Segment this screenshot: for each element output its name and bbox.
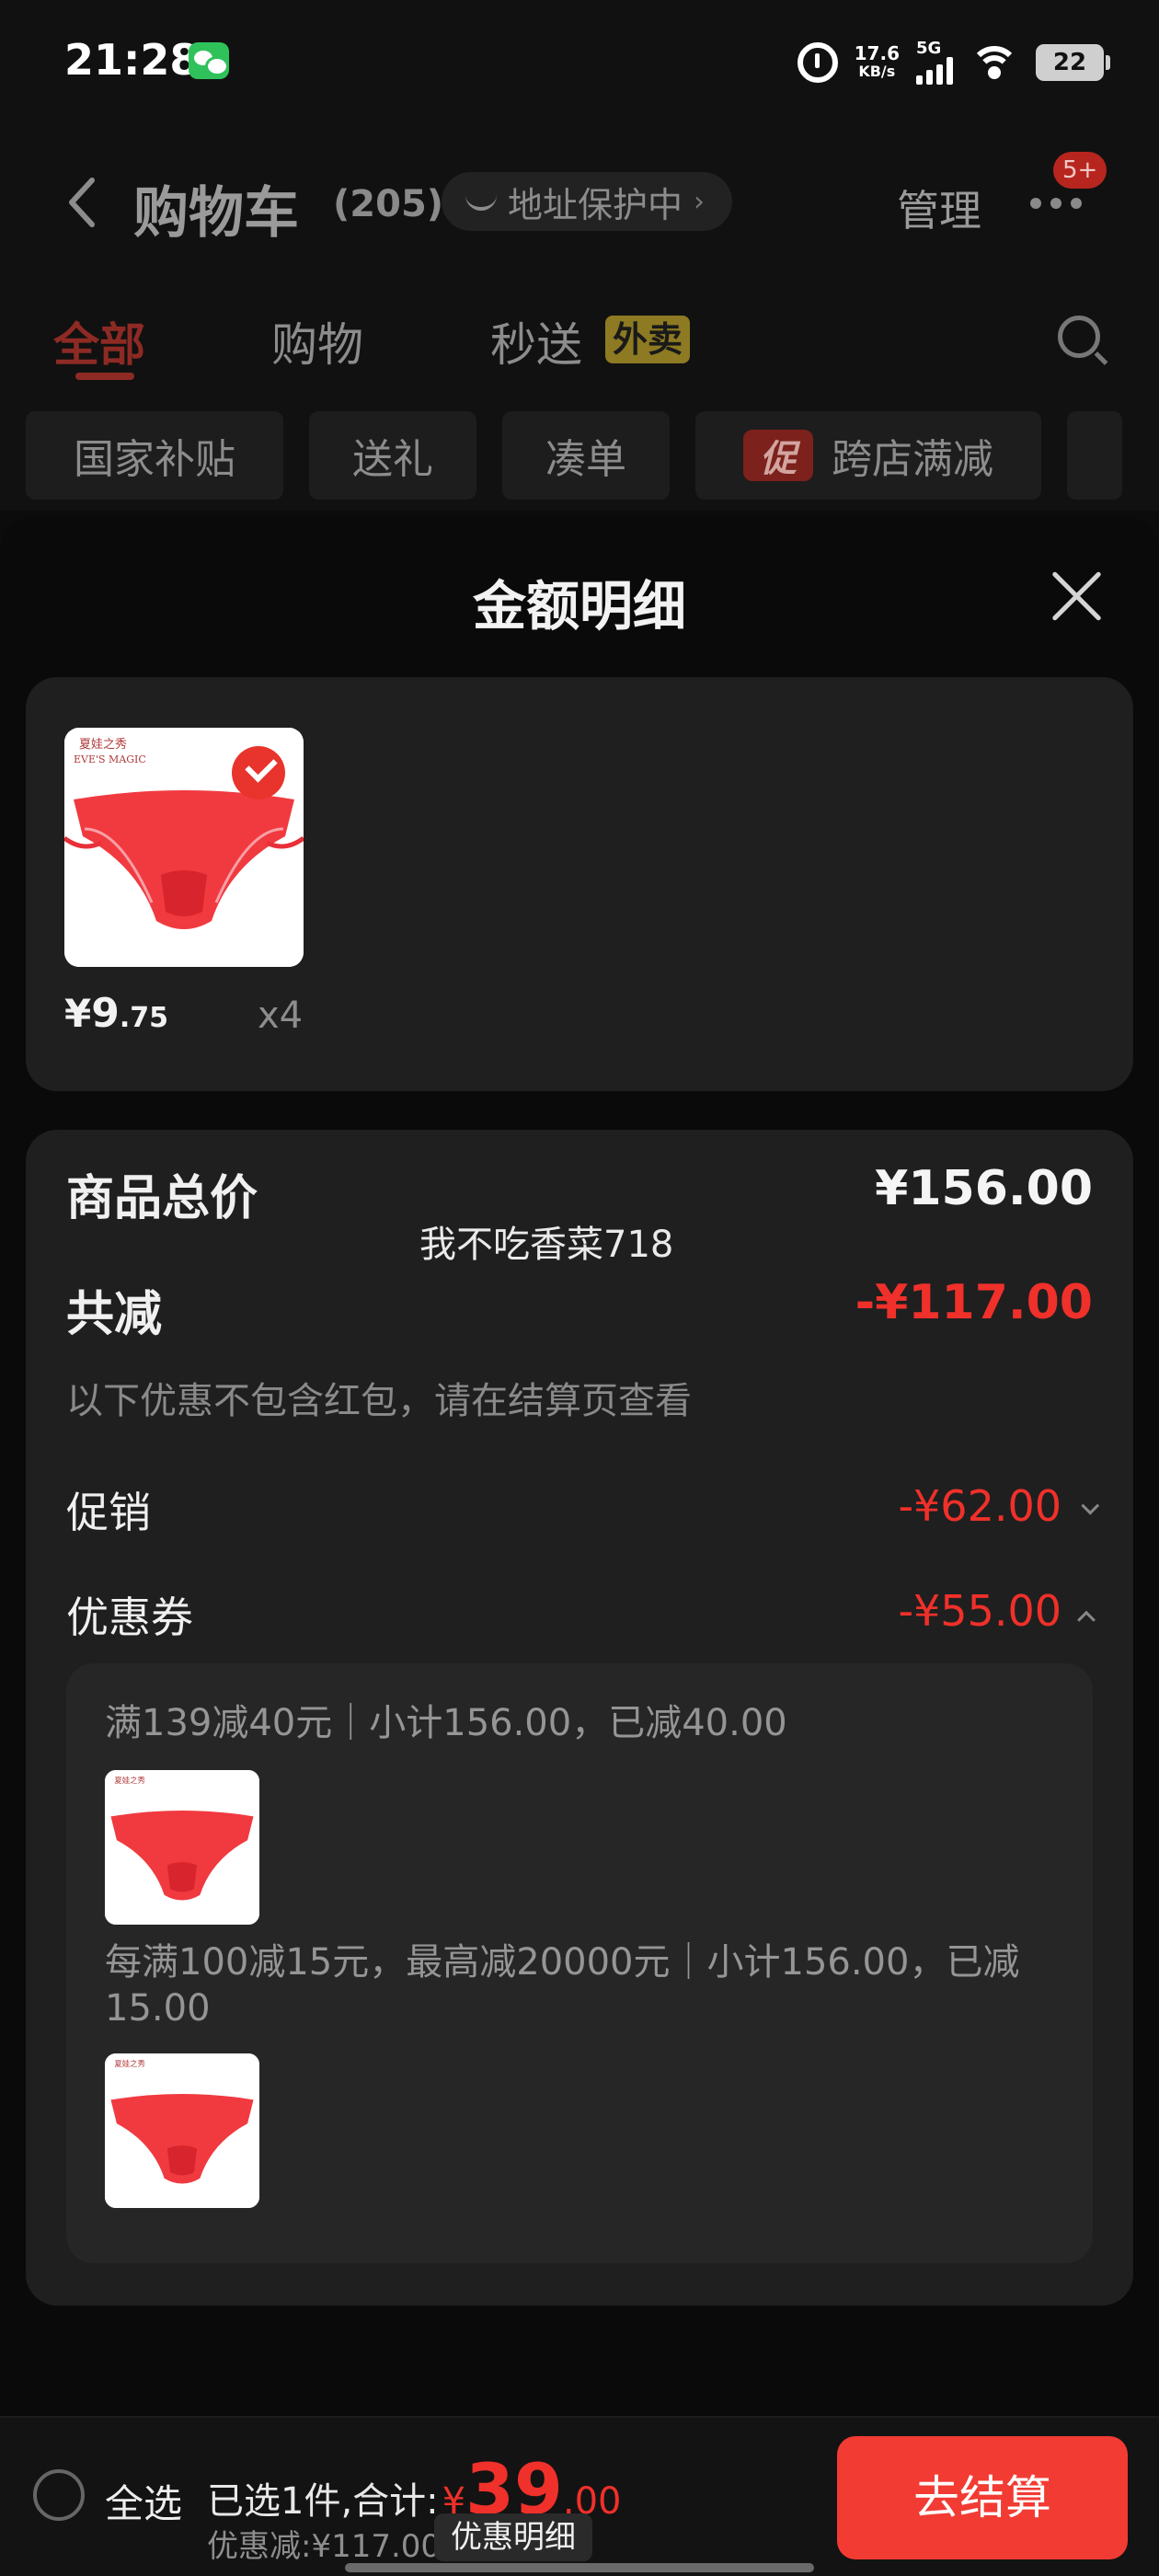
svg-text:夏娃之秀: 夏娃之秀 [114, 2059, 145, 2068]
summary-prefix: 已选1件,合计: [207, 2480, 439, 2523]
coupon-value: -¥55.00 [898, 1586, 1061, 1636]
more-icon[interactable] [1030, 198, 1082, 209]
discount-detail-button[interactable]: 优惠明细 [434, 2513, 592, 2561]
net-speed-unit: KB/s [858, 63, 896, 80]
checkout-bar: 全选 已选1件,合计: ¥ 39 .00 优惠减:¥117.00 优惠明细 去结… [0, 2416, 1159, 2576]
product-card: 夏娃之秀 EVE'S MAGIC ¥ 9 .75 x4 [26, 677, 1133, 1091]
coupon-rule-2: 每满100减15元，最高减20000元｜小计156.00，已减15.00 [105, 1941, 1020, 2030]
address-protection-label: 地址保护中 [508, 184, 683, 225]
filter-chips: 国家补贴 送礼 凑单 促 跨店满减 [0, 391, 1159, 511]
battery-icon: 22 [1036, 44, 1110, 81]
alarm-icon [797, 42, 838, 83]
coupon-product-thumb-1[interactable]: 夏娃之秀 [105, 1770, 259, 1925]
sheet-title: 金额明细 [472, 575, 686, 638]
wechat-icon [189, 42, 229, 79]
price-breakdown-card: 商品总价 我不吃香菜718 ¥156.00 共减 -¥117.00 以下优惠不包… [26, 1130, 1133, 2306]
search-icon[interactable] [1058, 316, 1100, 358]
svg-text:夏娃之秀: 夏娃之秀 [114, 1776, 145, 1785]
svg-text:夏娃之秀: 夏娃之秀 [79, 738, 127, 752]
coupon-row-toggle[interactable]: -¥55.00 [898, 1586, 1096, 1636]
takeaway-badge: 外卖 [605, 316, 691, 363]
promo-tag-icon: 促 [743, 430, 813, 481]
home-indicator[interactable] [345, 2563, 814, 2572]
summary-integer: 39 [465, 2448, 563, 2530]
net-speed: 17.6 KB/s [855, 44, 900, 81]
selected-check-icon [232, 746, 285, 799]
shield-icon [465, 192, 497, 211]
price-currency: ¥ [64, 991, 92, 1036]
chevron-up-icon [1077, 1610, 1096, 1629]
cart-tabs: 全部 购物 秒送 外卖 [0, 281, 1159, 391]
discount-amount: 优惠减:¥117.00 [207, 2528, 442, 2565]
svg-text:EVE'S MAGIC: EVE'S MAGIC [74, 753, 146, 765]
coupon-label: 优惠券 [66, 1593, 193, 1642]
user-watermark: 我不吃香菜718 [419, 1224, 674, 1266]
chip-label: 跨店满减 [832, 436, 993, 483]
promo-row-toggle[interactable]: -¥62.00 [898, 1481, 1100, 1531]
coupon-detail-box: 满139减40元｜小计156.00，已减40.00 夏娃之秀 每满100减15元… [66, 1663, 1093, 2263]
reduce-value: -¥117.00 [855, 1275, 1093, 1330]
message-badge: 5+ [1053, 152, 1107, 189]
chevron-right-icon: › [694, 185, 706, 218]
promo-value: -¥62.00 [898, 1481, 1061, 1531]
promo-label: 促销 [66, 1488, 151, 1537]
product-price: ¥ 9 .75 [64, 990, 168, 1037]
coupon-rule-1: 满139减40元｜小计156.00，已减40.00 [105, 1702, 787, 1744]
total-value: ¥156.00 [875, 1161, 1093, 1216]
chip-bundle[interactable]: 凑单 [502, 411, 670, 500]
clock: 21:28 [64, 35, 200, 85]
signal-icon: 5G [916, 40, 953, 85]
underwear-thumb-image: 夏娃之秀 [105, 2053, 259, 2208]
cart-count: (205) [333, 183, 444, 225]
price-integer: 9 [91, 990, 120, 1037]
manage-button[interactable]: 管理 [897, 178, 981, 238]
product-quantity: x4 [258, 995, 304, 1037]
network-type: 5G [916, 39, 942, 58]
amount-detail-sheet: 金额明细 夏娃之秀 EVE'S MAGIC ¥ 9 .75 x4 商品总价 我不… [0, 515, 1159, 2420]
select-all-label[interactable]: 全选 [105, 2473, 182, 2529]
reduce-label: 共减 [66, 1287, 163, 1342]
select-all-radio[interactable] [33, 2469, 85, 2521]
status-bar: 21:28 17.6 KB/s 5G 22 [0, 0, 1159, 124]
page-title: 购物车 [133, 181, 299, 246]
total-label: 商品总价 [66, 1171, 258, 1226]
net-speed-value: 17.6 [854, 42, 900, 64]
tab-underline [75, 373, 134, 380]
cart-header: 购物车 (205) 地址保护中 › 管理 5+ [0, 124, 1159, 281]
address-protection-button[interactable]: 地址保护中 › [442, 172, 733, 231]
status-icons: 17.6 KB/s 5G 22 [797, 37, 1110, 88]
chip-national-subsidy[interactable]: 国家补贴 [26, 411, 283, 500]
tab-instant-delivery[interactable]: 秒送 [490, 308, 582, 374]
underwear-thumb-image: 夏娃之秀 [105, 1770, 259, 1925]
chip-more[interactable] [1067, 411, 1122, 500]
chevron-down-icon [1081, 1496, 1100, 1515]
checkout-button[interactable]: 去结算 [837, 2436, 1128, 2559]
price-decimal: .75 [119, 1002, 169, 1034]
wifi-icon [970, 42, 1019, 83]
back-arrow-icon[interactable] [64, 175, 101, 230]
close-icon[interactable] [1049, 569, 1104, 624]
tab-shopping[interactable]: 购物 [271, 308, 363, 374]
tab-all[interactable]: 全部 [53, 308, 145, 374]
chip-gift[interactable]: 送礼 [309, 411, 476, 500]
chip-cross-store-discount[interactable]: 促 跨店满减 [695, 411, 1041, 500]
reduce-note: 以下优惠不包含红包，请在结算页查看 [66, 1380, 692, 1422]
coupon-product-thumb-2[interactable]: 夏娃之秀 [105, 2053, 259, 2208]
